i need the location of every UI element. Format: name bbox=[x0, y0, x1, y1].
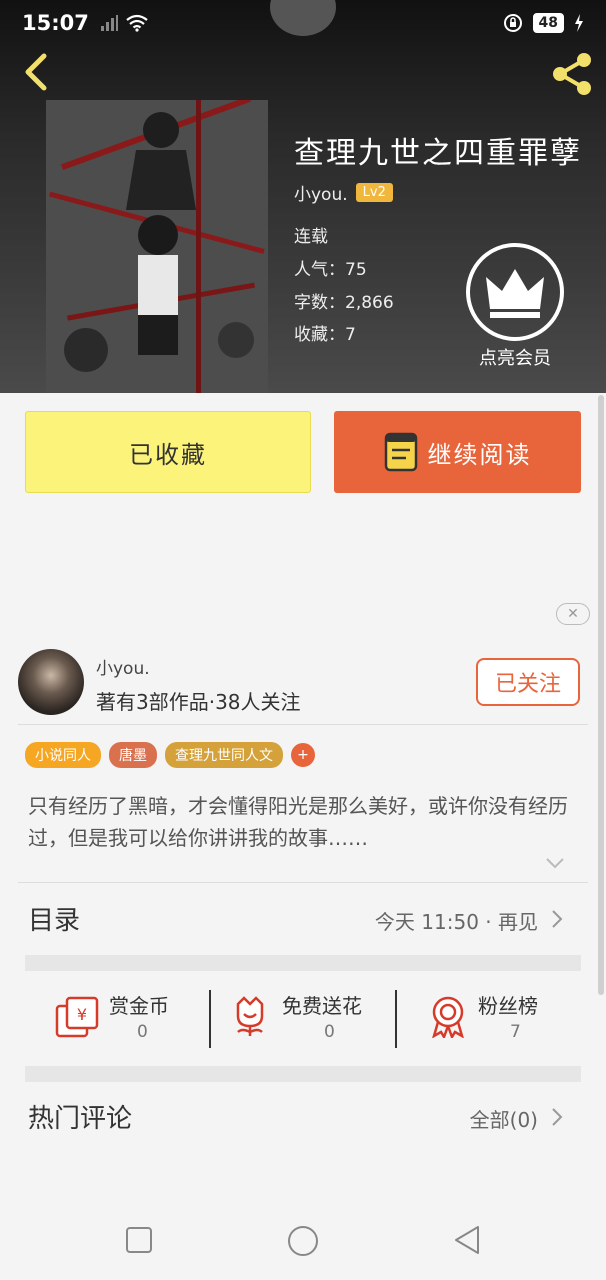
lock-rotation-icon bbox=[503, 14, 522, 32]
charging-icon bbox=[575, 14, 583, 32]
recent-apps-icon[interactable] bbox=[125, 1226, 153, 1254]
status-bar: 15:07 48 bbox=[0, 0, 606, 46]
system-nav-bar bbox=[0, 1200, 606, 1280]
svg-text:¥: ¥ bbox=[77, 1005, 87, 1024]
divider bbox=[395, 990, 397, 1048]
home-icon[interactable] bbox=[286, 1224, 320, 1258]
author-card-stats: 著有3部作品·38人关注 bbox=[96, 690, 301, 714]
serial-status: 连载 bbox=[294, 227, 328, 247]
crown-icon bbox=[486, 269, 544, 318]
divider bbox=[209, 990, 211, 1048]
book-intro: 只有经历了黑暗，才会懂得阳光是那么美好，或许你没有经历过，但是我可以给你讲讲我的… bbox=[28, 794, 568, 850]
divider bbox=[18, 724, 588, 725]
catalog-title[interactable]: 目录 bbox=[28, 900, 80, 937]
catalog-latest[interactable]: 今天 11:50 · 再见 bbox=[375, 906, 538, 935]
stat-label: 粉丝榜 bbox=[478, 994, 538, 1018]
chevron-right-icon[interactable] bbox=[550, 1106, 564, 1128]
share-icon[interactable] bbox=[548, 50, 596, 98]
signal-icon bbox=[100, 15, 118, 31]
scrollbar[interactable] bbox=[598, 395, 604, 995]
add-tag-button[interactable]: + bbox=[291, 743, 315, 767]
stat-value: 0 bbox=[137, 1022, 148, 1042]
vip-label: 点亮会员 bbox=[479, 348, 551, 369]
vip-button[interactable] bbox=[466, 243, 564, 341]
stat-label: 赏金币 bbox=[109, 994, 169, 1018]
free-flower-button[interactable]: 免费送花 0 bbox=[232, 990, 382, 1048]
author-name[interactable]: 小you. bbox=[294, 180, 348, 205]
reward-coin-button[interactable]: ¥ 赏金币 0 bbox=[55, 990, 205, 1048]
book-header: 15:07 48 查理九世之四重罪孽 小you. Lv2 连载 人气：75 字数… bbox=[0, 0, 606, 393]
chevron-right-icon[interactable] bbox=[550, 908, 564, 930]
favorites-stat: 收藏：7 bbox=[294, 325, 356, 345]
tag-item[interactable]: 查理九世同人文 bbox=[165, 742, 283, 768]
follow-button[interactable]: 已关注 bbox=[476, 658, 580, 706]
back-nav-icon[interactable] bbox=[452, 1224, 482, 1256]
continue-reading-button[interactable]: 继续阅读 bbox=[334, 411, 581, 493]
tag-item[interactable]: 唐墨 bbox=[109, 742, 157, 768]
tag-list: 小说同人 唐墨 查理九世同人文 + bbox=[25, 742, 315, 768]
continue-reading-label: 继续阅读 bbox=[427, 440, 532, 469]
word-count-stat: 字数：2,866 bbox=[294, 293, 394, 313]
section-separator bbox=[25, 955, 581, 971]
medal-icon bbox=[432, 996, 464, 1038]
author-card-name[interactable]: 小you. bbox=[96, 654, 150, 679]
book-icon bbox=[384, 432, 417, 472]
stat-value: 0 bbox=[324, 1022, 335, 1042]
flower-icon bbox=[236, 996, 264, 1036]
status-time: 15:07 bbox=[22, 11, 89, 35]
fan-ranking-button[interactable]: 粉丝榜 7 bbox=[428, 990, 578, 1048]
all-comments-link[interactable]: 全部(0) bbox=[470, 1104, 538, 1133]
back-icon[interactable] bbox=[18, 52, 58, 92]
wifi-icon bbox=[126, 14, 148, 32]
tag-item[interactable]: 小说同人 bbox=[25, 742, 101, 768]
reward-coin-icon: ¥ bbox=[55, 996, 99, 1038]
level-badge: Lv2 bbox=[355, 183, 393, 202]
cover-illustration bbox=[46, 100, 268, 393]
hot-comments-title: 热门评论 bbox=[28, 1104, 133, 1134]
close-ad-button[interactable]: ✕ bbox=[556, 603, 590, 625]
collected-button[interactable]: 已收藏 bbox=[25, 411, 311, 493]
expand-chevron-icon[interactable] bbox=[545, 856, 565, 870]
section-separator bbox=[25, 1066, 581, 1082]
popularity-stat: 人气：75 bbox=[294, 260, 367, 280]
stat-value: 7 bbox=[510, 1022, 521, 1042]
battery-indicator: 48 bbox=[532, 13, 564, 33]
divider bbox=[18, 882, 588, 883]
author-row[interactable]: 小you. Lv2 bbox=[294, 180, 393, 205]
book-title: 查理九世之四重罪孽 bbox=[294, 136, 582, 171]
stat-label: 免费送花 bbox=[282, 994, 362, 1018]
book-cover[interactable] bbox=[46, 100, 268, 393]
author-avatar[interactable] bbox=[18, 649, 84, 715]
